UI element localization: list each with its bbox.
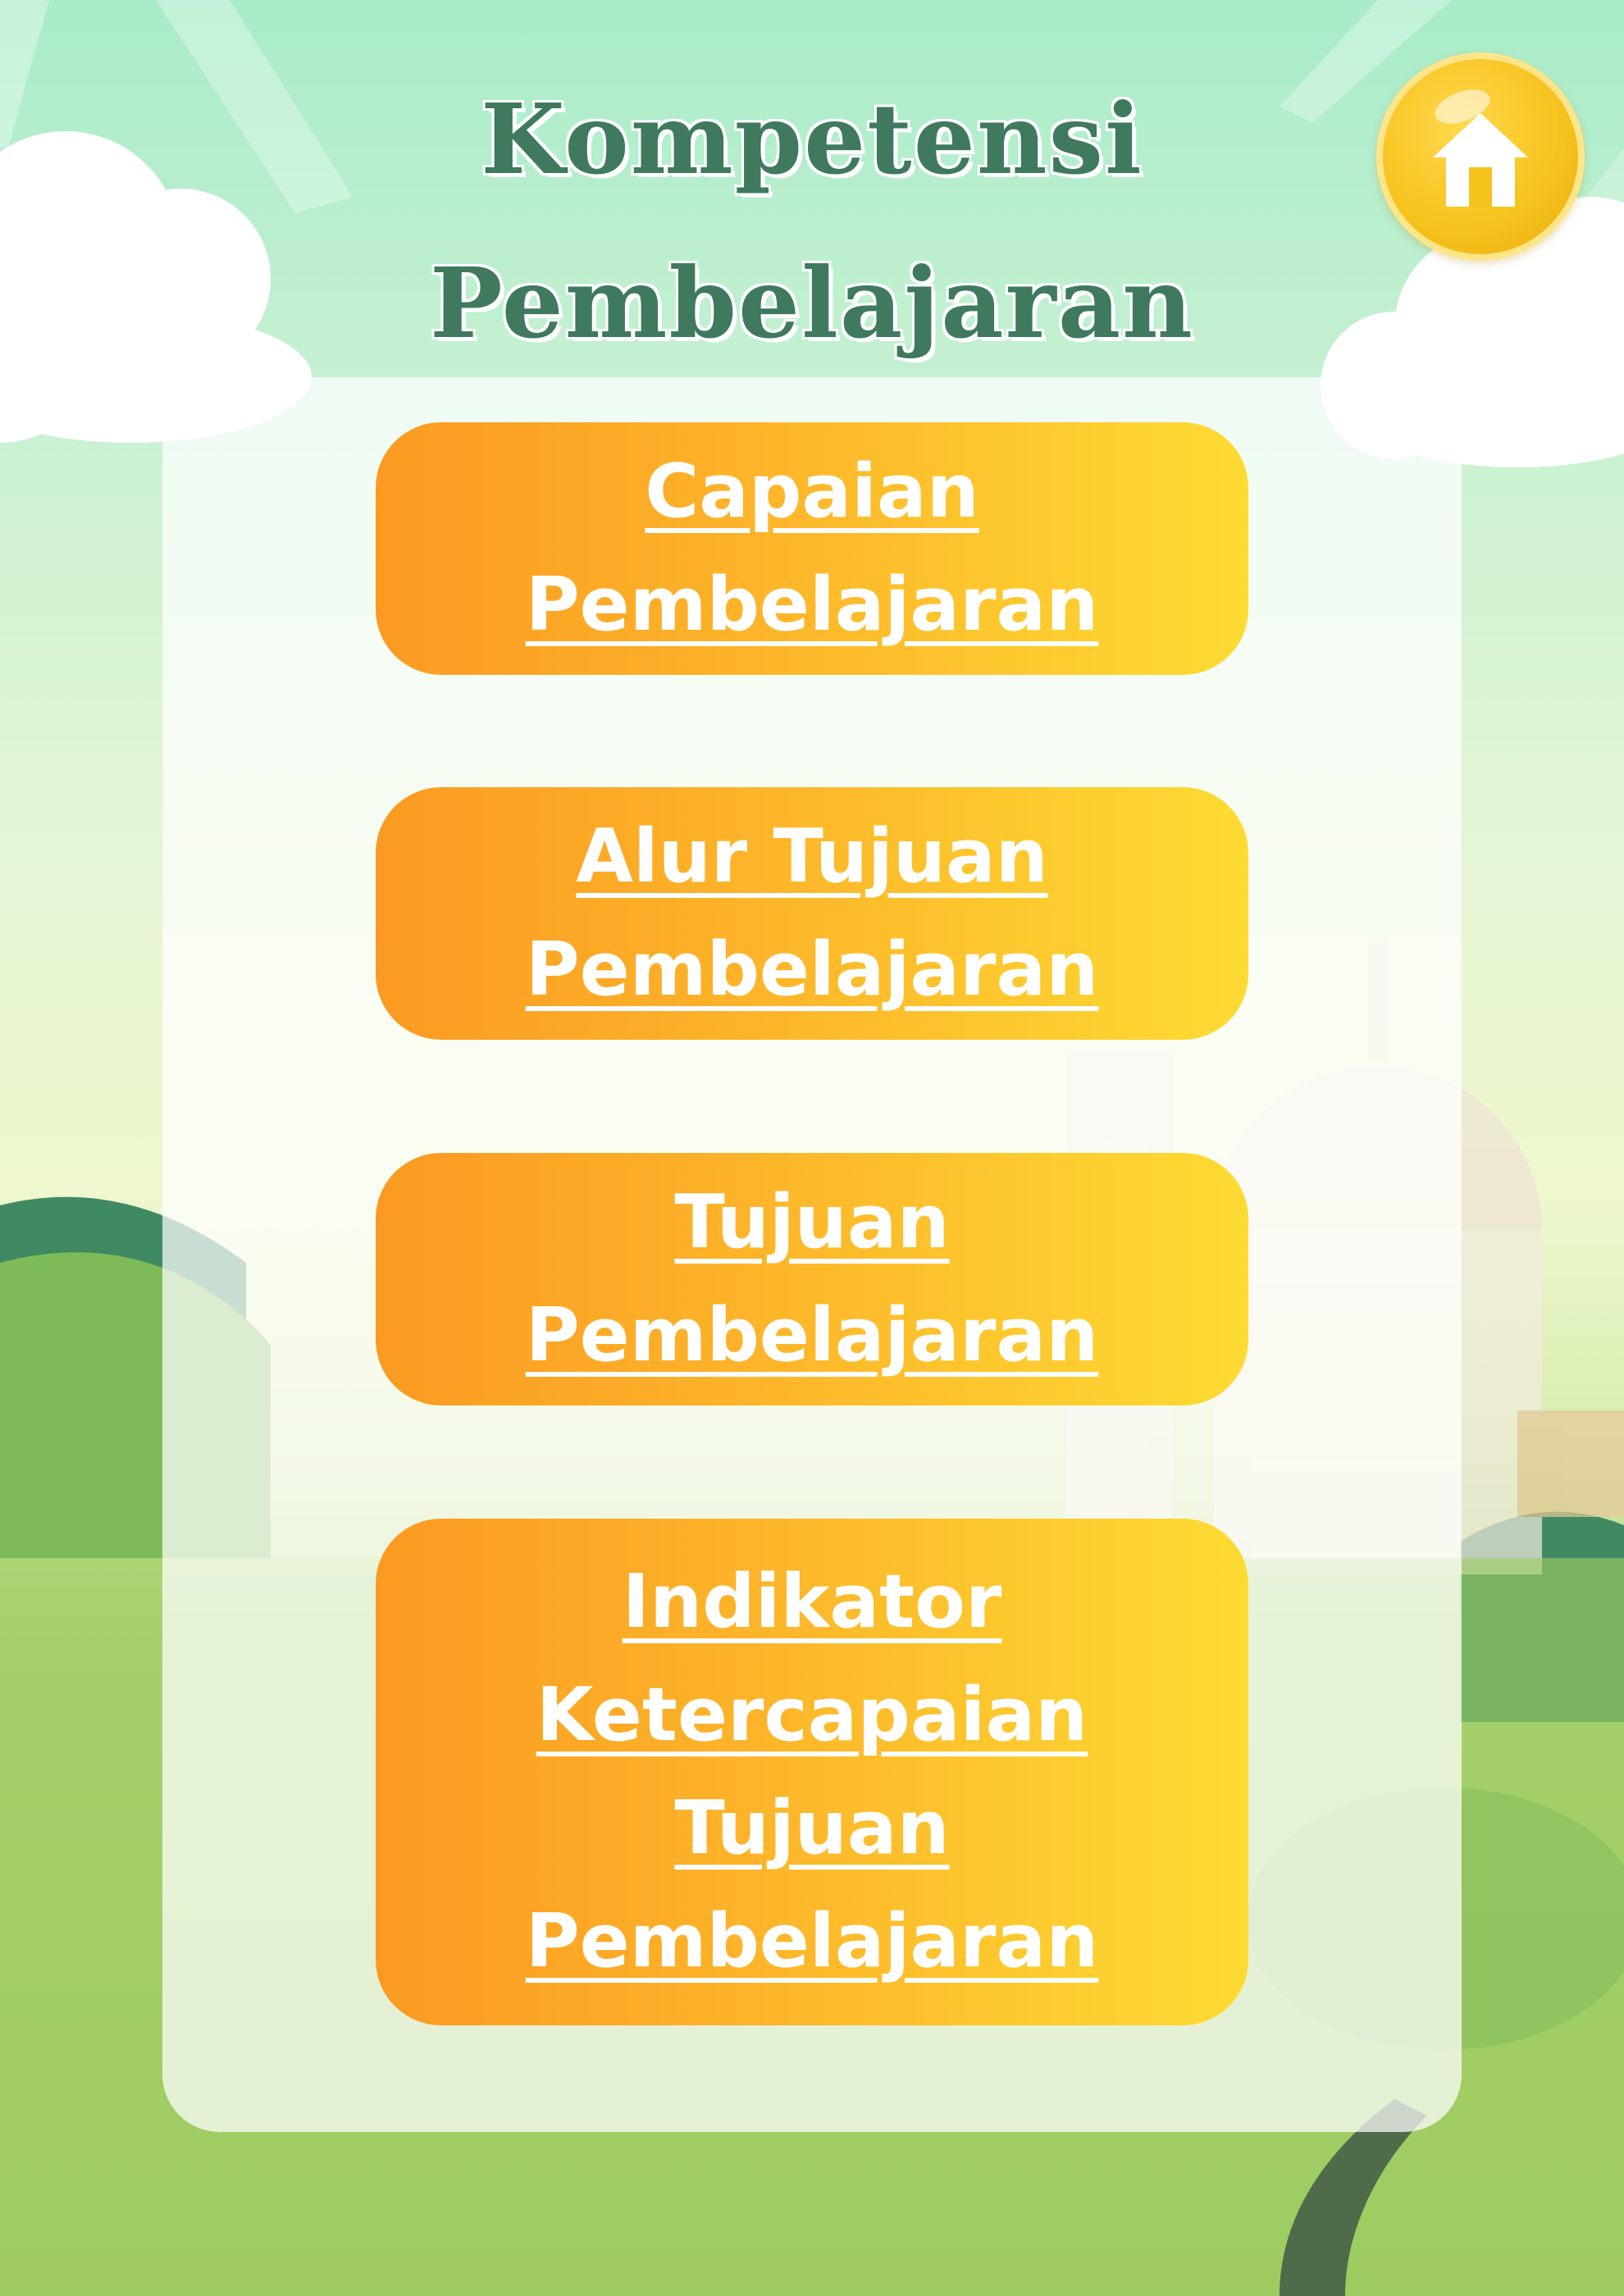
page-title-line2: Pembelajaran [430,246,1194,360]
button-label-line: Tujuan [674,1179,950,1265]
indikator-ketercapaian-tujuan-pembelajaran-button[interactable]: Indikator Ketercapaian Tujuan Pembelajar… [376,1519,1248,2025]
button-label-line: Pembelajaran [525,562,1099,648]
button-label-line: Pembelajaran [525,1898,1099,1984]
home-icon [1433,113,1528,207]
background-scene: Kompetensi Pembelajaran Capaian Pembelaj… [0,0,1624,2296]
alur-tujuan-pembelajaran-button[interactable]: Alur Tujuan Pembelajaran [376,787,1248,1040]
button-label-line: Ketercapaian [536,1672,1088,1758]
button-label-line: Pembelajaran [525,927,1099,1013]
tujuan-pembelajaran-button[interactable]: Tujuan Pembelajaran [376,1153,1248,1405]
capaian-pembelajaran-button[interactable]: Capaian Pembelajaran [376,422,1248,675]
page-title: Kompetensi Pembelajaran [246,57,1378,385]
button-label-line: Tujuan [674,1785,950,1871]
button-label-line: Capaian [645,449,979,535]
light-ray [0,0,49,148]
home-button[interactable] [1376,52,1585,261]
page-title-line1: Kompetensi [481,82,1143,196]
button-label-line: Alur Tujuan [576,813,1048,900]
button-label-line: Indikator [622,1559,1002,1645]
button-label-line: Pembelajaran [525,1292,1099,1378]
